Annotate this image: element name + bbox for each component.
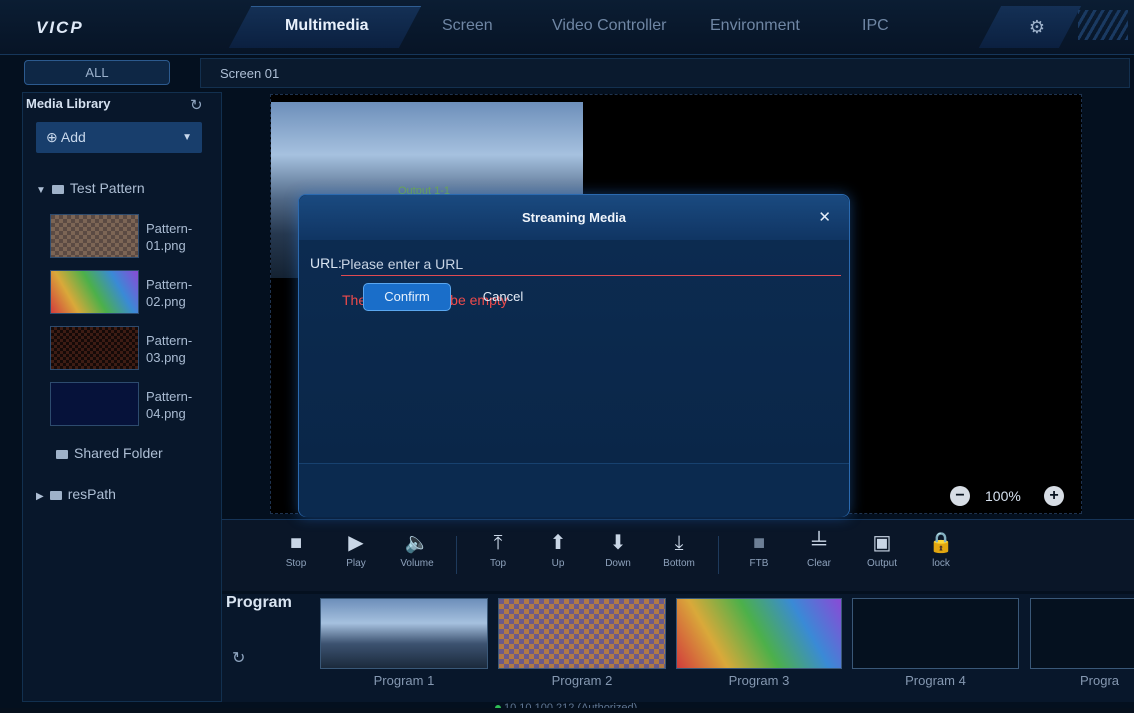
folder-icon [49, 490, 62, 500]
media-thumbnail[interactable] [50, 326, 139, 370]
stop-icon: ■ [289, 532, 303, 554]
caret-down-icon: ▼ [182, 132, 192, 143]
folder-respath[interactable]: ▶ resPath [36, 486, 116, 502]
zoom-out-icon[interactable]: − [950, 486, 970, 506]
program-thumbnail[interactable] [1030, 598, 1134, 669]
folder-label: Test Pattern [69, 180, 145, 196]
lock-button[interactable]: 🔒 lock [911, 530, 971, 569]
folder-label: resPath [67, 486, 116, 502]
bottom-icon: ⤓ [674, 532, 684, 554]
all-filter-button[interactable]: ALL [24, 60, 170, 85]
program-thumbnail[interactable] [498, 598, 666, 669]
down-button[interactable]: ⬇ Down [588, 530, 648, 569]
screen-bar [200, 58, 1130, 88]
program-thumbnail[interactable] [676, 598, 842, 669]
zoom-level: 100% [985, 488, 1021, 504]
add-circle-icon: ⊕ [46, 129, 58, 145]
program-label[interactable]: Program 1 [320, 673, 488, 688]
add-media-button[interactable]: ⊕ Add ▼ [36, 122, 202, 153]
caret-down-icon: ▼ [36, 185, 46, 196]
output-button[interactable]: ▣ Output [852, 530, 912, 569]
tab-video-controller[interactable]: Video Controller [552, 17, 666, 35]
add-label: Add [60, 129, 86, 145]
caret-right-icon: ▶ [36, 491, 44, 502]
zoom-in-icon[interactable]: + [1044, 486, 1064, 506]
media-thumbnail[interactable] [50, 214, 139, 258]
url-label: URL: [310, 255, 342, 271]
media-thumbnail[interactable] [50, 382, 139, 426]
program-label[interactable]: Program 4 [852, 673, 1019, 688]
folder-icon [56, 449, 68, 459]
down-icon: ⬇ [609, 532, 627, 554]
media-thumbnail[interactable] [50, 270, 139, 314]
lock-icon: 🔒 [928, 532, 954, 554]
tab-screen[interactable]: Screen [442, 17, 493, 35]
dialog-title: Streaming Media [521, 210, 627, 225]
media-item-label[interactable]: Pattern- 01.png [146, 220, 192, 254]
bottom-button[interactable]: ⤓ Bottom [649, 530, 709, 569]
program-thumbnail[interactable] [852, 598, 1019, 669]
confirm-button[interactable]: Confirm [363, 283, 451, 311]
gear-icon[interactable]: ⚙ [1020, 14, 1054, 40]
program-title: Program [226, 594, 292, 611]
volume-icon: 🔈 [404, 532, 430, 554]
folder-test-pattern[interactable]: ▼ Test Pattern [36, 180, 145, 196]
play-button[interactable]: ▶ Play [326, 530, 386, 569]
media-library-title: Media Library [26, 96, 111, 111]
program-label[interactable]: Program 3 [676, 673, 842, 688]
tab-multimedia[interactable]: Multimedia [285, 17, 369, 35]
program-label[interactable]: Program 2 [498, 673, 666, 688]
toolbar-divider [718, 536, 719, 574]
folder-icon [51, 184, 64, 194]
folder-label: Shared Folder [74, 445, 163, 461]
decor-stripes [1078, 10, 1128, 40]
output-icon: ▣ [872, 532, 892, 554]
program-label[interactable]: Progra [1080, 673, 1134, 688]
up-icon: ⬆ [549, 532, 567, 554]
top-button[interactable]: ⤒ Top [468, 530, 528, 569]
media-item-label[interactable]: Pattern- 03.png [146, 332, 192, 366]
toolbar-divider [456, 536, 457, 574]
bottom-edge [0, 708, 1134, 713]
screen-name[interactable]: Screen 01 [220, 66, 279, 81]
volume-button[interactable]: 🔈 Volume [387, 530, 447, 569]
ftb-button[interactable]: ■ FTB [729, 530, 789, 569]
url-input[interactable] [341, 252, 841, 276]
clear-icon: ╧ [811, 532, 827, 554]
clear-button[interactable]: ╧ Clear [789, 530, 849, 569]
dialog-footer [299, 463, 849, 517]
app-logo: VICP [36, 18, 84, 37]
up-button[interactable]: ⬆ Up [528, 530, 588, 569]
tab-ipc[interactable]: IPC [862, 17, 889, 35]
streaming-media-dialog: Streaming Media ✕ URL: The input cannot … [298, 194, 850, 517]
top-icon: ⤒ [493, 532, 503, 554]
app-window: VICP Multimedia Screen Video Controller … [0, 0, 1134, 713]
ftb-icon: ■ [752, 532, 766, 554]
program-thumbnail[interactable] [320, 598, 488, 669]
stop-button[interactable]: ■ Stop [266, 530, 326, 569]
tab-environment[interactable]: Environment [710, 17, 800, 35]
media-item-label[interactable]: Pattern- 04.png [146, 388, 192, 422]
refresh-icon[interactable]: ↻ [232, 648, 245, 668]
folder-shared[interactable]: Shared Folder [56, 445, 163, 461]
play-icon: ▶ [348, 532, 364, 554]
refresh-icon[interactable]: ↻ [190, 96, 203, 114]
close-icon[interactable]: ✕ [818, 208, 831, 226]
cancel-button[interactable]: Cancel [468, 283, 538, 311]
media-item-label[interactable]: Pattern- 02.png [146, 276, 192, 310]
